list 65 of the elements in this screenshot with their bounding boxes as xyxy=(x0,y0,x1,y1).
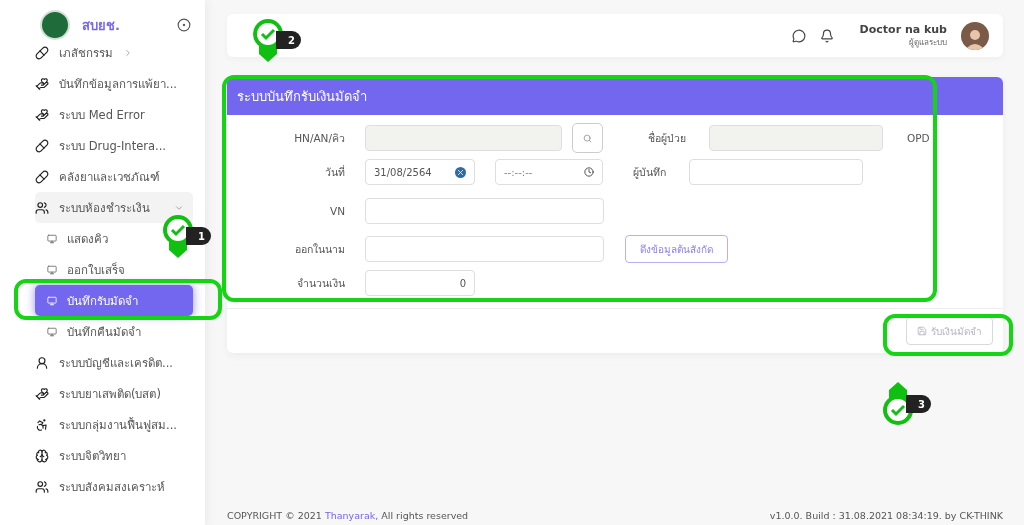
menu-icon xyxy=(35,448,49,463)
menu-icon xyxy=(35,200,49,215)
thanyarak-link[interactable]: Thanyarak, xyxy=(324,510,379,521)
logo-icon xyxy=(40,10,70,40)
sidebar-item[interactable]: ระบบบัญชีและเครดิต... xyxy=(35,347,182,378)
field-label: VN xyxy=(328,204,345,217)
avatar[interactable] xyxy=(961,21,989,50)
sidebar-subitem[interactable]: บันทึกคืนมัดจำ xyxy=(35,316,150,347)
menu-icon xyxy=(35,107,49,122)
monitor-icon xyxy=(47,264,57,275)
menu-icon xyxy=(35,169,49,184)
field-label: ผู้บันทึก xyxy=(632,164,666,181)
step-number: 3 xyxy=(906,395,931,413)
issued-to-field[interactable] xyxy=(365,236,604,262)
step-number: 2 xyxy=(276,31,301,49)
menu-icon xyxy=(35,355,49,370)
recorder-field[interactable] xyxy=(689,159,863,185)
sidebar-item[interactable]: ระบบจิตวิทยา xyxy=(35,440,135,471)
vn-field[interactable] xyxy=(365,197,604,224)
monitor-icon xyxy=(47,326,57,337)
step-number: 1 xyxy=(186,227,211,245)
field-label: ออกในนาม xyxy=(294,241,345,257)
field-label: วันที่ xyxy=(324,164,345,180)
build-info: v1.0.0. Build : 31.08.2021 08:34:19. by CK-THINK xyxy=(769,510,1003,521)
save-icon xyxy=(917,326,927,336)
sidebar-subitem[interactable]: บันทึกรับมัดจำ xyxy=(35,285,193,316)
menu-icon xyxy=(35,76,49,91)
sidebar-subitem[interactable]: ออกใบเสร็จ xyxy=(35,254,134,285)
sidebar-subitem[interactable]: แสดงคิว xyxy=(35,223,117,254)
chevron-right-icon xyxy=(123,47,133,58)
field-label: HN/AN/คิว xyxy=(293,130,345,146)
search-button[interactable] xyxy=(572,123,603,153)
menu-icon xyxy=(35,479,49,494)
time-field[interactable]: --:--:-- xyxy=(495,159,603,185)
sidebar-item[interactable]: ระบบสังคมสงเคราะห์ xyxy=(35,471,174,502)
sidebar-item[interactable]: บันทึกข้อมูลการแพ้ยา... xyxy=(35,68,186,99)
visit-type: OPD xyxy=(907,132,930,144)
sidebar-item[interactable]: คลังยาและเวชภัณฑ์ xyxy=(35,161,169,192)
field-label: จำนวนเงิน xyxy=(296,275,345,291)
menu-icon xyxy=(35,417,49,432)
sidebar-item[interactable]: ระบบ Med Error xyxy=(35,99,154,130)
monitor-icon xyxy=(47,295,57,306)
search-icon xyxy=(583,133,592,143)
bell-icon[interactable] xyxy=(819,28,834,43)
brand-name: สบยช. xyxy=(82,16,121,35)
sidebar-item[interactable]: ระบบห้องชำระเงิน xyxy=(35,192,193,223)
clear-icon[interactable] xyxy=(455,166,466,178)
sidebar-item[interactable]: ระบบยาเสพติด(บสต) xyxy=(35,378,170,409)
sidebar-item[interactable]: ระบบ Drug-Intera... xyxy=(35,130,175,161)
user-name: Doctor na kub xyxy=(859,22,947,36)
sidebar-item[interactable]: เภสัชกรรม xyxy=(35,37,142,68)
clock-icon xyxy=(584,167,594,177)
form-title: ระบบบันทึกรับเงินมัดจำ xyxy=(227,77,1003,115)
chat-icon[interactable] xyxy=(791,28,806,43)
settings-icon[interactable] xyxy=(177,18,191,32)
menu-icon xyxy=(35,138,49,153)
menu-icon xyxy=(35,386,49,401)
menu-icon xyxy=(35,45,49,60)
sidebar-item[interactable]: ระบบกลุ่มงานฟื้นฟูสม... xyxy=(35,409,186,440)
copyright-text: COPYRIGHT © 2021 Thanyarak, All rights reserved xyxy=(227,510,469,521)
user-role: ผู้ดูแลระบบ xyxy=(909,36,947,49)
amount-field[interactable]: 0 xyxy=(365,270,475,296)
date-field[interactable]: 31/08/2564 xyxy=(365,159,475,185)
field-label: ชื่อผู้ป่วย xyxy=(647,130,686,147)
monitor-icon xyxy=(47,233,57,244)
